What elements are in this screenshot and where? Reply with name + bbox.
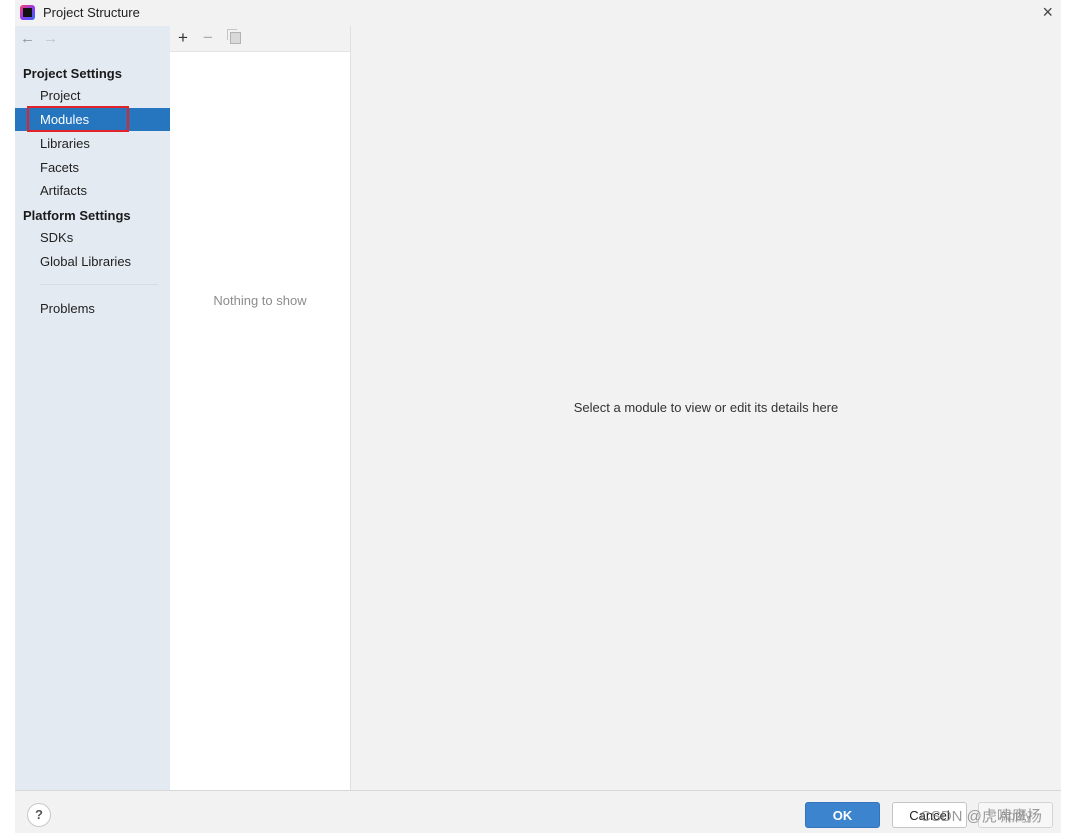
sidebar-item-global-libraries[interactable]: Global Libraries [15,250,170,273]
cancel-button[interactable]: Cancel [892,802,967,828]
module-detail-pane: Select a module to view or edit its deta… [351,26,1061,790]
sidebar-item-libraries[interactable]: Libraries [15,132,170,155]
group-project-settings: Project Settings [23,66,122,81]
project-structure-dialog: Project Structure × ← → Project Settings … [15,0,1061,833]
sidebar-item-problems[interactable]: Problems [15,297,170,320]
sidebar-item-modules[interactable]: Modules [15,108,170,131]
detail-placeholder-text: Select a module to view or edit its deta… [573,400,839,415]
intellij-app-icon [20,5,35,20]
sidebar-item-facets[interactable]: Facets [15,156,170,179]
empty-list-text: Nothing to show [213,293,307,308]
apply-button[interactable]: Apply [978,802,1053,828]
sidebar-item-sdks[interactable]: SDKs [15,226,170,249]
help-icon[interactable]: ? [27,803,51,827]
sidebar-item-project[interactable]: Project [15,84,170,107]
sidebar-item-artifacts[interactable]: Artifacts [15,179,170,202]
dialog-title: Project Structure [43,5,140,20]
sidebar-divider [40,284,158,285]
settings-sidebar: ← → Project Settings Project Modules Libr… [15,26,170,790]
title-bar: Project Structure [15,0,1061,26]
nav-arrows: ← → [20,30,66,47]
copy-icon[interactable] [227,29,241,44]
module-list-pane: + − Nothing to show [170,26,351,790]
forward-arrow-icon[interactable]: → [43,30,58,47]
group-platform-settings: Platform Settings [23,208,131,223]
add-icon[interactable]: + [178,28,188,48]
dialog-footer: ? OK Cancel Apply CSDN @虎啸鹰扬 [15,790,1061,833]
remove-icon[interactable]: − [203,28,213,48]
ok-button[interactable]: OK [805,802,880,828]
back-arrow-icon[interactable]: ← [20,30,35,47]
close-icon[interactable]: × [1042,2,1053,22]
list-toolbar: + − [170,26,350,52]
